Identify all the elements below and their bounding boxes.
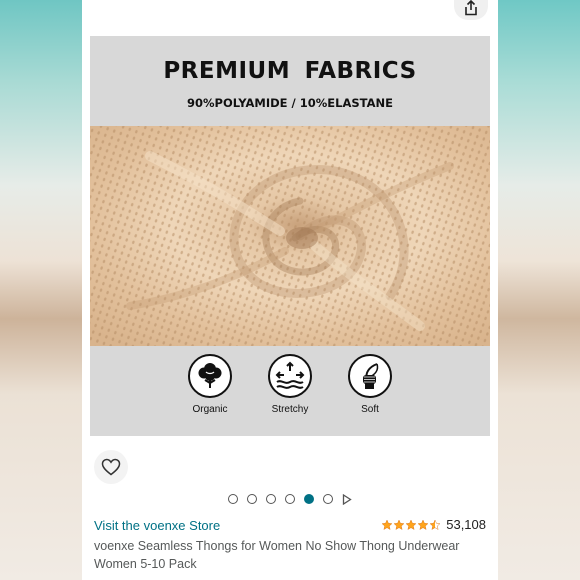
cotton-icon [188,354,232,398]
hand-feather-icon [348,354,392,398]
image-subtitle: 90%POLYAMIDE / 10%ELASTANE [187,96,393,110]
feature-label: Stretchy [271,404,309,415]
carousel-dot[interactable] [247,494,257,504]
feature-icons: Organic Stretchy Soft [90,354,490,434]
star-icon [417,518,429,530]
half-star-icon [429,518,441,530]
carousel-dot[interactable] [228,494,238,504]
visit-store-link[interactable]: Visit the voenxe Store [94,518,220,533]
carousel-dot[interactable] [285,494,295,504]
blurred-backdrop-left [0,0,82,580]
rating-summary[interactable]: 53,108 [381,517,486,532]
star-rating [381,518,441,531]
carousel-dot[interactable] [266,494,276,504]
feature-label: Organic [192,404,228,415]
carousel-dot[interactable] [323,494,333,504]
feature-label: Soft [361,404,379,415]
star-icon [393,518,405,530]
rating-count: 53,108 [446,517,486,532]
share-icon [465,0,477,16]
feature-stretchy: Stretchy [250,354,330,415]
product-image-gallery[interactable]: PREMIUM FABRICS 90%POLYAMIDE / 10%ELASTA… [90,36,490,436]
stretch-waves-icon [268,354,312,398]
fabric-photo [90,126,490,346]
blurred-backdrop-right [498,0,580,580]
feature-soft: Soft [330,354,410,415]
carousel-indicator [82,492,498,506]
heart-icon [101,458,121,476]
video-play-icon[interactable] [342,493,352,505]
star-icon [381,518,393,530]
star-icon [405,518,417,530]
wishlist-button[interactable] [94,450,128,484]
carousel-dot-active[interactable] [304,494,314,504]
image-title: PREMIUM FABRICS [163,58,417,84]
feature-organic: Organic [170,354,250,415]
product-page: PREMIUM FABRICS 90%POLYAMIDE / 10%ELASTA… [82,0,498,580]
share-button[interactable] [454,0,488,20]
product-title[interactable]: voenxe Seamless Thongs for Women No Show… [94,537,489,573]
